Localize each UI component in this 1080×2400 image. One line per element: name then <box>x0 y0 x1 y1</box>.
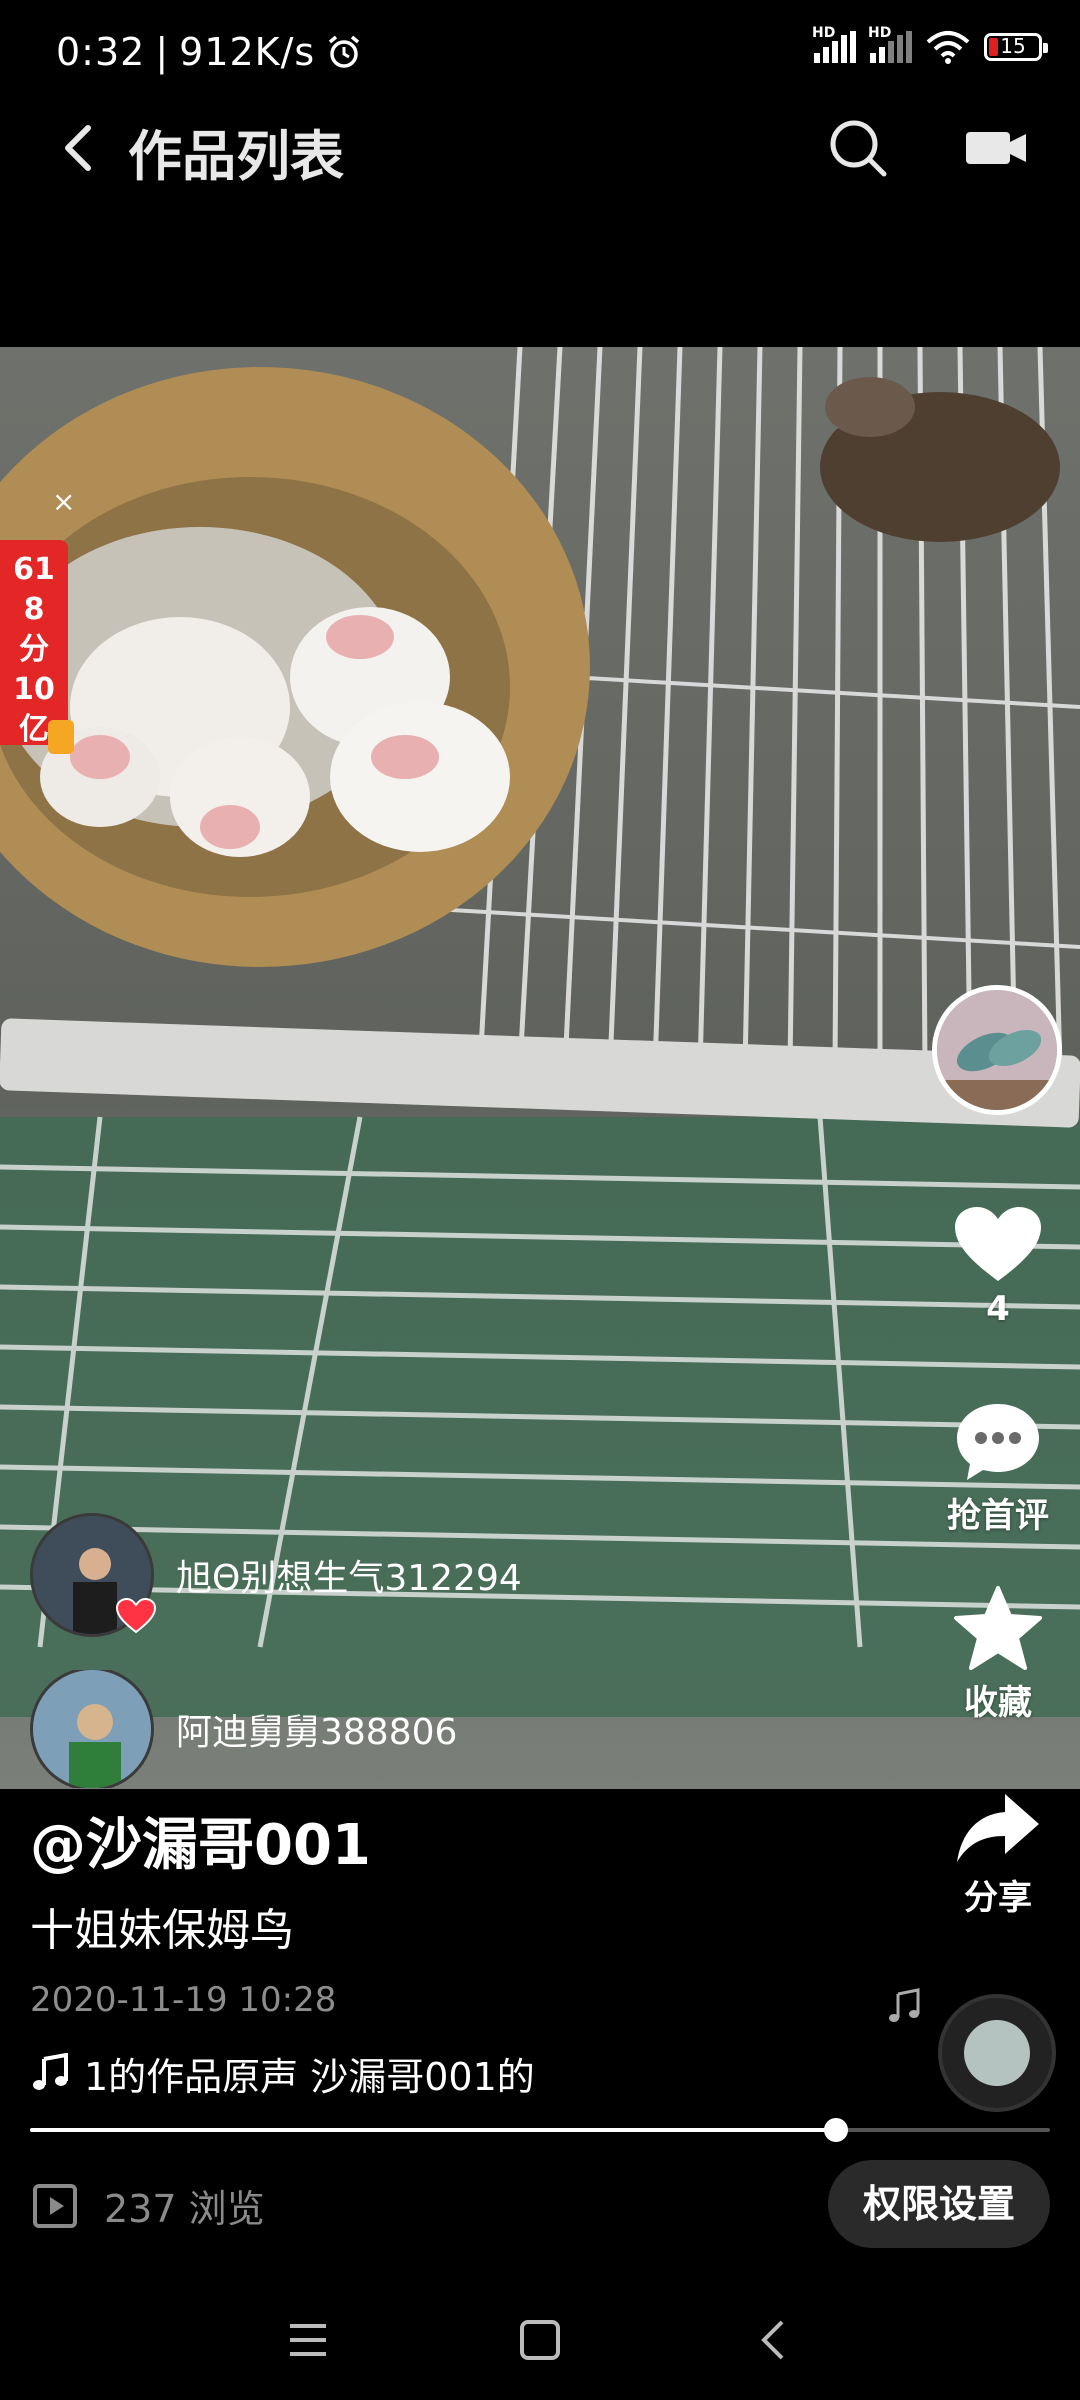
signal-icon: HD <box>812 25 856 63</box>
avatar <box>30 1670 154 1788</box>
share-icon <box>957 1794 1039 1862</box>
status-bar: 0:32 | 912K/s HD HD 15 <box>0 0 1080 110</box>
header: 作品列表 <box>0 100 1080 200</box>
permission-settings-button[interactable]: 权限设置 <box>828 2160 1050 2248</box>
page-title: 作品列表 <box>128 125 344 188</box>
share-button[interactable]: 分享 <box>933 1790 1063 1919</box>
chevron-left-icon <box>65 125 91 171</box>
camera-button[interactable] <box>962 118 1032 178</box>
promo-badge[interactable]: 618分10亿 <box>0 540 68 747</box>
commenter-name: 阿迪舅舅388806 <box>176 1712 458 1753</box>
battery-icon: 15 <box>984 33 1048 61</box>
play-icon <box>33 2183 77 2228</box>
alarm-icon <box>329 35 360 68</box>
heart-badge-icon <box>116 1598 156 1634</box>
floating-note-icon <box>889 1988 920 2022</box>
music-title: 1的作品原声 沙漏哥001的 <box>84 2054 535 2099</box>
battery-level: 15 <box>1000 34 1026 58</box>
star-icon <box>954 1586 1042 1670</box>
network-speed: 912K/s <box>179 30 316 74</box>
comment-icon <box>957 1404 1039 1480</box>
camera-icon <box>966 132 1026 164</box>
back-nav-icon[interactable] <box>752 2318 796 2362</box>
comment-label: 抢首评 <box>947 1496 1049 1536</box>
heart-icon <box>955 1207 1041 1281</box>
favorite-button[interactable]: 收藏 <box>933 1585 1063 1724</box>
avatar <box>937 990 1057 1110</box>
red-packet-icon <box>48 720 74 754</box>
hd-label: HD <box>812 25 836 41</box>
views-info: 237 浏览 <box>32 2178 265 2233</box>
status-right: HD HD 15 <box>812 25 1048 64</box>
system-nav-bar <box>0 2290 1080 2400</box>
music-disc-cover <box>964 2020 1030 2086</box>
home-icon[interactable] <box>518 2318 562 2362</box>
like-button[interactable]: 4 <box>933 1205 1063 1329</box>
post-date: 2020-11-19 10:28 <box>30 1980 337 2020</box>
progress-thumb[interactable] <box>823 2118 848 2142</box>
music-disc-button[interactable] <box>938 1994 1056 2112</box>
views-count: 237 浏览 <box>104 2187 265 2231</box>
share-label: 分享 <box>964 1878 1032 1918</box>
promo-close-button[interactable]: × <box>52 485 75 518</box>
music-note-icon <box>33 2053 68 2090</box>
hd-label: HD <box>868 25 892 41</box>
search-icon <box>830 120 887 177</box>
commenter-item[interactable]: 旭Θ别想生气312294 <box>30 1510 650 1640</box>
menu-icon[interactable] <box>286 2318 330 2362</box>
search-button[interactable] <box>826 116 890 180</box>
comment-button[interactable]: 抢首评 <box>933 1400 1063 1537</box>
commenter-item[interactable]: 阿迪舅舅388806 <box>30 1670 650 1788</box>
signal-icon: HD <box>868 25 912 63</box>
back-button[interactable] <box>50 118 110 178</box>
post-caption: 十姐妹保姆鸟 <box>30 1905 294 1956</box>
progress-fill <box>30 2128 836 2132</box>
video-progress-bar[interactable] <box>30 2118 1050 2142</box>
commenter-name: 旭Θ别想生气312294 <box>176 1558 522 1599</box>
favorite-label: 收藏 <box>964 1683 1032 1723</box>
like-count: 4 <box>986 1289 1010 1329</box>
status-separator: | <box>155 30 170 74</box>
status-time: 0:32 <box>56 30 146 74</box>
author-avatar-button[interactable] <box>932 985 1062 1115</box>
music-info[interactable]: 1的作品原声 沙漏哥001的 <box>30 2045 575 2101</box>
wifi-icon <box>926 31 970 64</box>
status-left: 0:32 | 912K/s <box>56 30 363 74</box>
author-name[interactable]: @沙漏哥001 <box>30 1800 371 1881</box>
